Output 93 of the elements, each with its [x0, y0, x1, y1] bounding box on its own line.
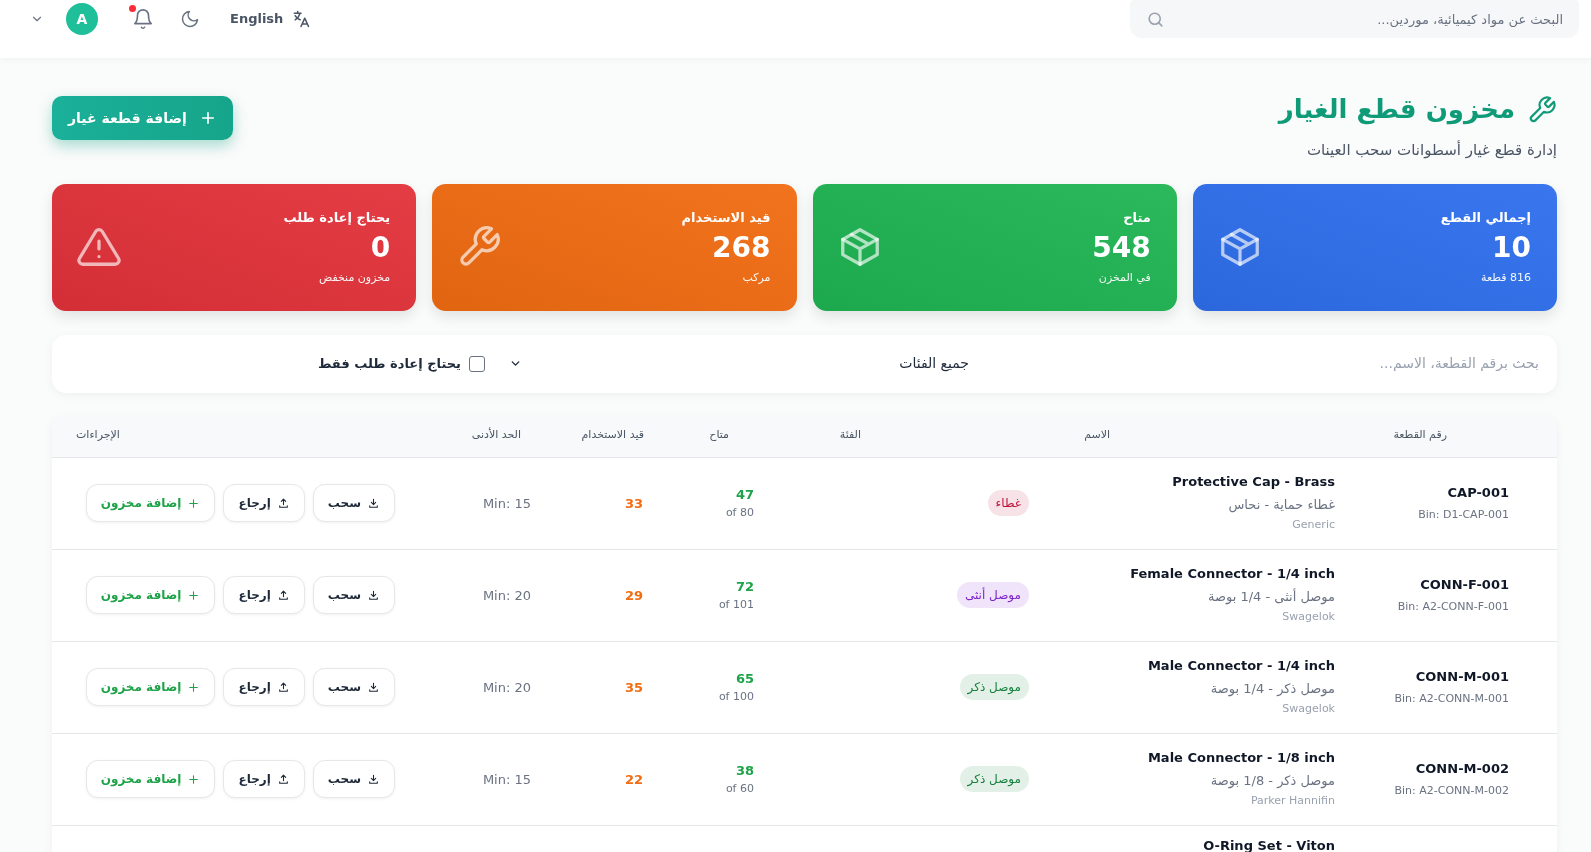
part-number: CONN-F-001: [1420, 576, 1509, 594]
stat-label: يحتاج إعادة طلب: [283, 208, 391, 228]
download-icon: [367, 772, 380, 786]
part-number: CONN-M-001: [1415, 668, 1509, 686]
brand-name: Swagelok: [1282, 609, 1335, 626]
upload-icon: [276, 496, 290, 510]
category-tag: موصل أنثى: [957, 582, 1029, 608]
available-total: of 100: [718, 688, 754, 705]
return-button[interactable]: إرجاع: [223, 484, 305, 522]
stat-label: إجمالي القطع: [1440, 208, 1531, 227]
available-count: 65: [735, 670, 754, 688]
category-select[interactable]: جميع الفئات: [509, 353, 969, 374]
plus-icon: [187, 588, 201, 602]
reorder-label: يحتاج إعادة طلب فقط: [317, 354, 461, 374]
column-header: رقم القطعة: [1393, 428, 1447, 442]
stat-caption: 816 قطعة: [1480, 269, 1531, 286]
withdraw-button[interactable]: سحب: [312, 484, 395, 522]
moon-icon[interactable]: [180, 9, 200, 29]
part-name: Male Connector - 1/8 inch: [1147, 749, 1335, 768]
stat-caption: مخزون منخفض: [317, 269, 391, 286]
in-use-count: 22: [624, 772, 643, 787]
upload-icon: [276, 772, 290, 786]
return-button[interactable]: إرجاع: [223, 576, 305, 614]
column-header: الاسم: [1084, 428, 1110, 442]
search-field[interactable]: البحث عن مواد كيميائية، موردين...: [1130, 0, 1579, 38]
stat-label: متاح: [1122, 208, 1151, 227]
bin-location: Bin: A2-CONN-M-001: [1394, 690, 1509, 707]
part-name-arabic: موصل ذكر - 1/8 بوصة: [1210, 771, 1335, 791]
plus-icon: [187, 496, 201, 510]
withdraw-button[interactable]: سحب: [312, 668, 395, 706]
wrench-icon: [1527, 94, 1557, 125]
download-icon: [367, 496, 380, 510]
minimum-stock: Min: 15: [482, 496, 531, 511]
available-total: of 101: [718, 596, 754, 613]
category-tag: غطاء: [987, 490, 1029, 516]
upload-icon: [276, 588, 290, 602]
part-number: CONN-M-002: [1415, 760, 1509, 778]
available-total: of 80: [725, 504, 754, 521]
minimum-stock: Min: 20: [482, 588, 531, 603]
plus-icon: [187, 680, 201, 694]
part-name: O-Ring Set - Viton: [1203, 836, 1335, 852]
stat-value: 10: [1491, 233, 1531, 264]
filter-search-field[interactable]: بحث برقم القطعة، الاسم...: [1119, 353, 1539, 374]
stat-caption: في المخزن: [1097, 269, 1151, 286]
withdraw-button[interactable]: سحب: [312, 576, 395, 614]
available-count: 72: [735, 578, 754, 596]
column-header: قيد الاستخدام: [581, 428, 644, 442]
column-header: الحد الأدنى: [471, 428, 521, 442]
reorder-checkbox[interactable]: [469, 355, 485, 372]
bin-location: Bin: D1-CAP-001: [1418, 506, 1509, 523]
in-use-count: 29: [624, 588, 643, 603]
brand-name: Swagelok: [1282, 701, 1335, 718]
part-name-arabic: موصل ذكر - 1/4 بوصة: [1210, 679, 1335, 699]
part-number: CAP-001: [1447, 484, 1509, 502]
notifications-button[interactable]: [132, 8, 154, 30]
translate-icon: [291, 9, 312, 29]
column-header: الإجراءات: [76, 428, 120, 442]
bin-location: Bin: A2-CONN-M-002: [1394, 782, 1509, 799]
return-button[interactable]: إرجاع: [223, 760, 305, 798]
return-button[interactable]: إرجاع: [223, 668, 305, 706]
bin-location: Bin: A2-CONN-F-001: [1397, 598, 1509, 615]
stat-value: 548: [1092, 233, 1151, 264]
brand-name: Parker Hannifin: [1250, 793, 1335, 810]
brand-name: Generic: [1292, 517, 1335, 534]
minimum-stock: Min: 20: [482, 680, 531, 695]
part-name-arabic: غطاء حماية - نحاس: [1228, 495, 1335, 515]
part-name: Protective Cap - Brass: [1172, 473, 1335, 492]
category-tag: موصل ذكر: [959, 674, 1029, 700]
in-use-count: 33: [624, 496, 643, 511]
column-header: الفئة: [839, 428, 861, 442]
stat-value: 0: [369, 233, 391, 264]
download-icon: [367, 680, 380, 694]
page-title: مخزون قطع الغيار: [1278, 93, 1515, 127]
stat-value: 268: [711, 233, 771, 264]
category-tag: موصل ذكر: [959, 766, 1029, 792]
available-total: of 60: [725, 780, 754, 797]
search-icon: [1146, 10, 1165, 29]
withdraw-button[interactable]: سحب: [312, 760, 395, 798]
part-name: Female Connector - 1/4 inch: [1130, 565, 1335, 584]
language-button[interactable]: English: [230, 9, 312, 29]
part-name: Male Connector - 1/4 inch: [1147, 657, 1335, 676]
plus-icon: [187, 772, 201, 786]
column-header: متاح: [709, 428, 729, 442]
stat-caption: مركب: [741, 269, 771, 286]
page-subtitle: إدارة قطع غيار أسطوانات سحب العينات: [1305, 139, 1557, 161]
upload-icon: [276, 680, 290, 694]
download-icon: [367, 588, 380, 602]
available-count: 47: [735, 486, 754, 504]
stat-label: قيد الاستخدام: [681, 208, 771, 228]
part-name-arabic: موصل أنثى - 1/4 بوصة: [1207, 587, 1335, 607]
available-count: 38: [735, 762, 754, 780]
in-use-count: 35: [624, 680, 643, 695]
minimum-stock: Min: 15: [482, 772, 531, 787]
